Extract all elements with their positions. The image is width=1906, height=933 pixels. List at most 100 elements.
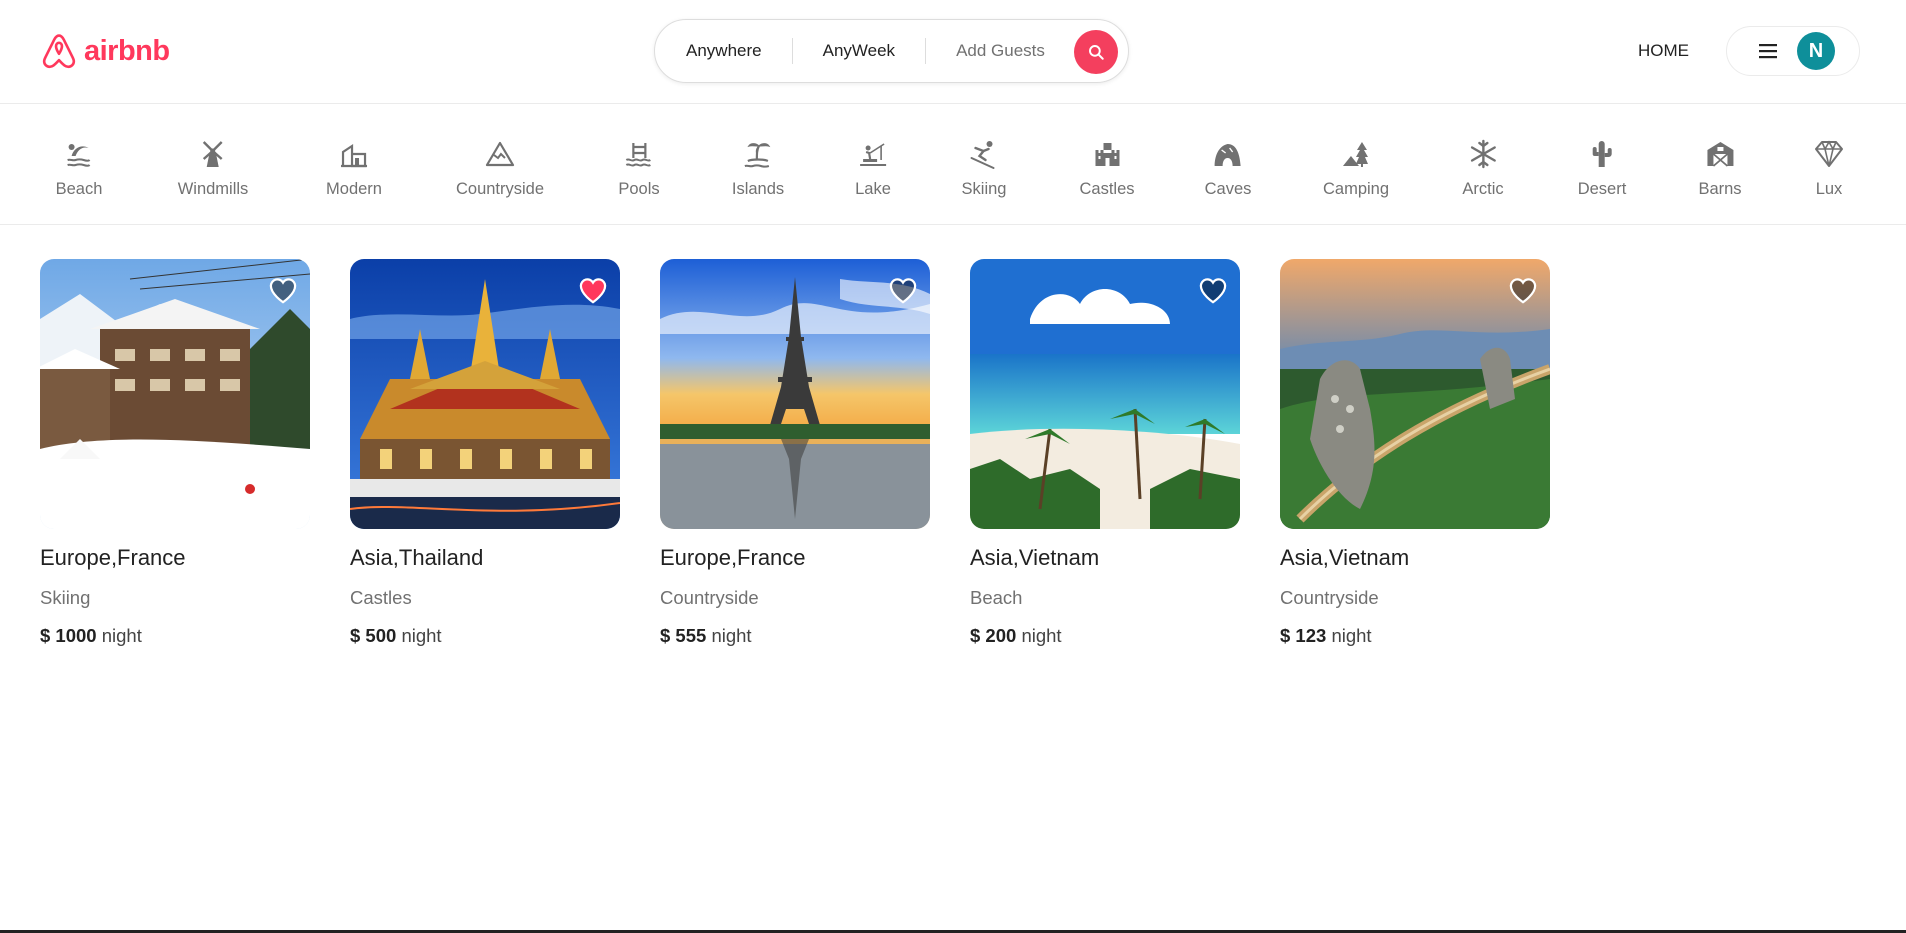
beach-icon xyxy=(67,144,91,167)
category-camping[interactable]: Camping xyxy=(1323,138,1389,199)
search-icon xyxy=(1089,45,1104,60)
search-bar[interactable]: Anywhere AnyWeek Add Guests xyxy=(654,19,1129,83)
price-amount: $ 555 xyxy=(660,625,707,646)
logo-text: airbnb xyxy=(84,34,170,67)
category-modern[interactable]: Modern xyxy=(326,138,382,199)
category-label: Windmills xyxy=(177,180,249,198)
favorite-heart-icon[interactable] xyxy=(268,276,298,304)
category-label: Desert xyxy=(1577,180,1627,198)
listing-location: Asia,Vietnam xyxy=(1280,545,1410,570)
skiing-icon xyxy=(970,141,995,169)
listing-location: Europe,France xyxy=(40,545,186,570)
listing-location: Asia,Vietnam xyxy=(970,545,1100,570)
windmill-icon xyxy=(203,141,223,167)
search-divider xyxy=(925,38,927,64)
airbnb-logo-icon xyxy=(42,34,76,69)
home-link[interactable]: HOME xyxy=(1638,41,1689,61)
listing-location: Asia,Thailand xyxy=(350,545,484,570)
category-castles[interactable]: Castles xyxy=(1079,138,1135,199)
category-beach[interactable]: Beach xyxy=(55,138,103,199)
category-label: Skiing xyxy=(961,180,1007,198)
mountain-icon xyxy=(485,141,515,167)
category-label: Arctic xyxy=(1462,180,1504,198)
hamburger-menu-icon xyxy=(1759,44,1777,59)
island-icon xyxy=(744,143,771,168)
listing-price: $ 123 night xyxy=(1280,625,1550,647)
listing-card[interactable]: Asia,Vietnam Beach $ 200 night xyxy=(970,259,1240,647)
listing-location: Europe,France xyxy=(660,545,806,570)
category-label: Lux xyxy=(1815,180,1843,198)
price-unit: night xyxy=(101,625,142,646)
category-label: Barns xyxy=(1698,180,1742,198)
listing-photo[interactable] xyxy=(970,259,1240,529)
category-skiing[interactable]: Skiing xyxy=(961,138,1007,199)
lake-icon xyxy=(860,143,886,166)
listing-photo[interactable] xyxy=(1280,259,1550,529)
pool-icon xyxy=(625,143,651,167)
snowflake-icon xyxy=(1470,139,1496,169)
category-pools[interactable]: Pools xyxy=(618,138,660,199)
listing-category: Countryside xyxy=(1280,587,1379,608)
category-windmills[interactable]: Windmills xyxy=(177,138,249,199)
cactus-icon xyxy=(1592,141,1612,167)
listing-card[interactable]: Asia,Thailand Castles $ 500 night xyxy=(350,259,620,647)
listing-card[interactable]: Europe,France Skiing $ 1000 night xyxy=(40,259,310,647)
listing-photo[interactable] xyxy=(350,259,620,529)
castle-icon xyxy=(1095,143,1119,166)
price-unit: night xyxy=(1021,625,1062,646)
search-divider xyxy=(791,38,793,64)
listing-category: Beach xyxy=(970,587,1023,608)
category-label: Pools xyxy=(618,180,660,198)
category-bar: Beach Windmills Modern Countryside Pools… xyxy=(0,104,1906,225)
category-label: Modern xyxy=(326,180,382,198)
category-label: Caves xyxy=(1204,180,1252,198)
listing-photo[interactable] xyxy=(660,259,930,529)
search-button[interactable] xyxy=(1074,30,1118,74)
listing-price: $ 200 night xyxy=(970,625,1240,647)
listing-price: $ 1000 night xyxy=(40,625,310,647)
category-label: Countryside xyxy=(455,180,545,198)
favorite-heart-icon[interactable] xyxy=(1508,276,1538,304)
listing-category: Castles xyxy=(350,587,412,608)
category-desert[interactable]: Desert xyxy=(1577,138,1627,199)
camping-icon xyxy=(1342,142,1368,167)
airbnb-logo[interactable]: airbnb xyxy=(40,30,170,72)
listing-card[interactable]: Europe,France Countryside $ 555 night xyxy=(660,259,930,647)
favorite-heart-icon[interactable] xyxy=(1198,276,1228,304)
barn-icon xyxy=(1706,142,1733,167)
search-add-guests[interactable]: Add Guests xyxy=(956,41,1045,61)
search-anyweek[interactable]: AnyWeek xyxy=(823,41,895,61)
category-countryside[interactable]: Countryside xyxy=(456,138,544,199)
category-islands[interactable]: Islands xyxy=(732,138,784,199)
favorite-heart-icon[interactable] xyxy=(578,276,608,304)
category-label: Beach xyxy=(55,180,103,198)
category-caves[interactable]: Caves xyxy=(1204,138,1252,199)
price-amount: $ 1000 xyxy=(40,625,97,646)
category-arctic[interactable]: Arctic xyxy=(1462,138,1504,199)
listing-price: $ 500 night xyxy=(350,625,620,647)
category-lux[interactable]: Lux xyxy=(1813,138,1845,199)
user-menu-button[interactable]: N xyxy=(1726,26,1860,76)
avatar[interactable]: N xyxy=(1797,32,1835,70)
listing-category: Countryside xyxy=(660,587,759,608)
listing-category: Skiing xyxy=(40,587,91,608)
listing-card[interactable]: Asia,Vietnam Countryside $ 123 night xyxy=(1280,259,1550,647)
category-label: Islands xyxy=(731,180,785,198)
search-anywhere[interactable]: Anywhere xyxy=(686,41,762,61)
category-lake[interactable]: Lake xyxy=(855,138,891,199)
price-unit: night xyxy=(1331,625,1372,646)
category-label: Lake xyxy=(855,180,891,198)
favorite-heart-icon[interactable] xyxy=(888,276,918,304)
category-barns[interactable]: Barns xyxy=(1698,138,1742,199)
diamond-icon xyxy=(1815,140,1843,167)
listing-price: $ 555 night xyxy=(660,625,930,647)
price-unit: night xyxy=(711,625,752,646)
listing-photo[interactable] xyxy=(40,259,310,529)
category-label: Castles xyxy=(1079,180,1135,198)
price-amount: $ 200 xyxy=(970,625,1017,646)
price-amount: $ 123 xyxy=(1280,625,1327,646)
category-label: Camping xyxy=(1322,180,1390,198)
modern-house-icon xyxy=(340,143,367,168)
price-unit: night xyxy=(401,625,442,646)
price-amount: $ 500 xyxy=(350,625,397,646)
